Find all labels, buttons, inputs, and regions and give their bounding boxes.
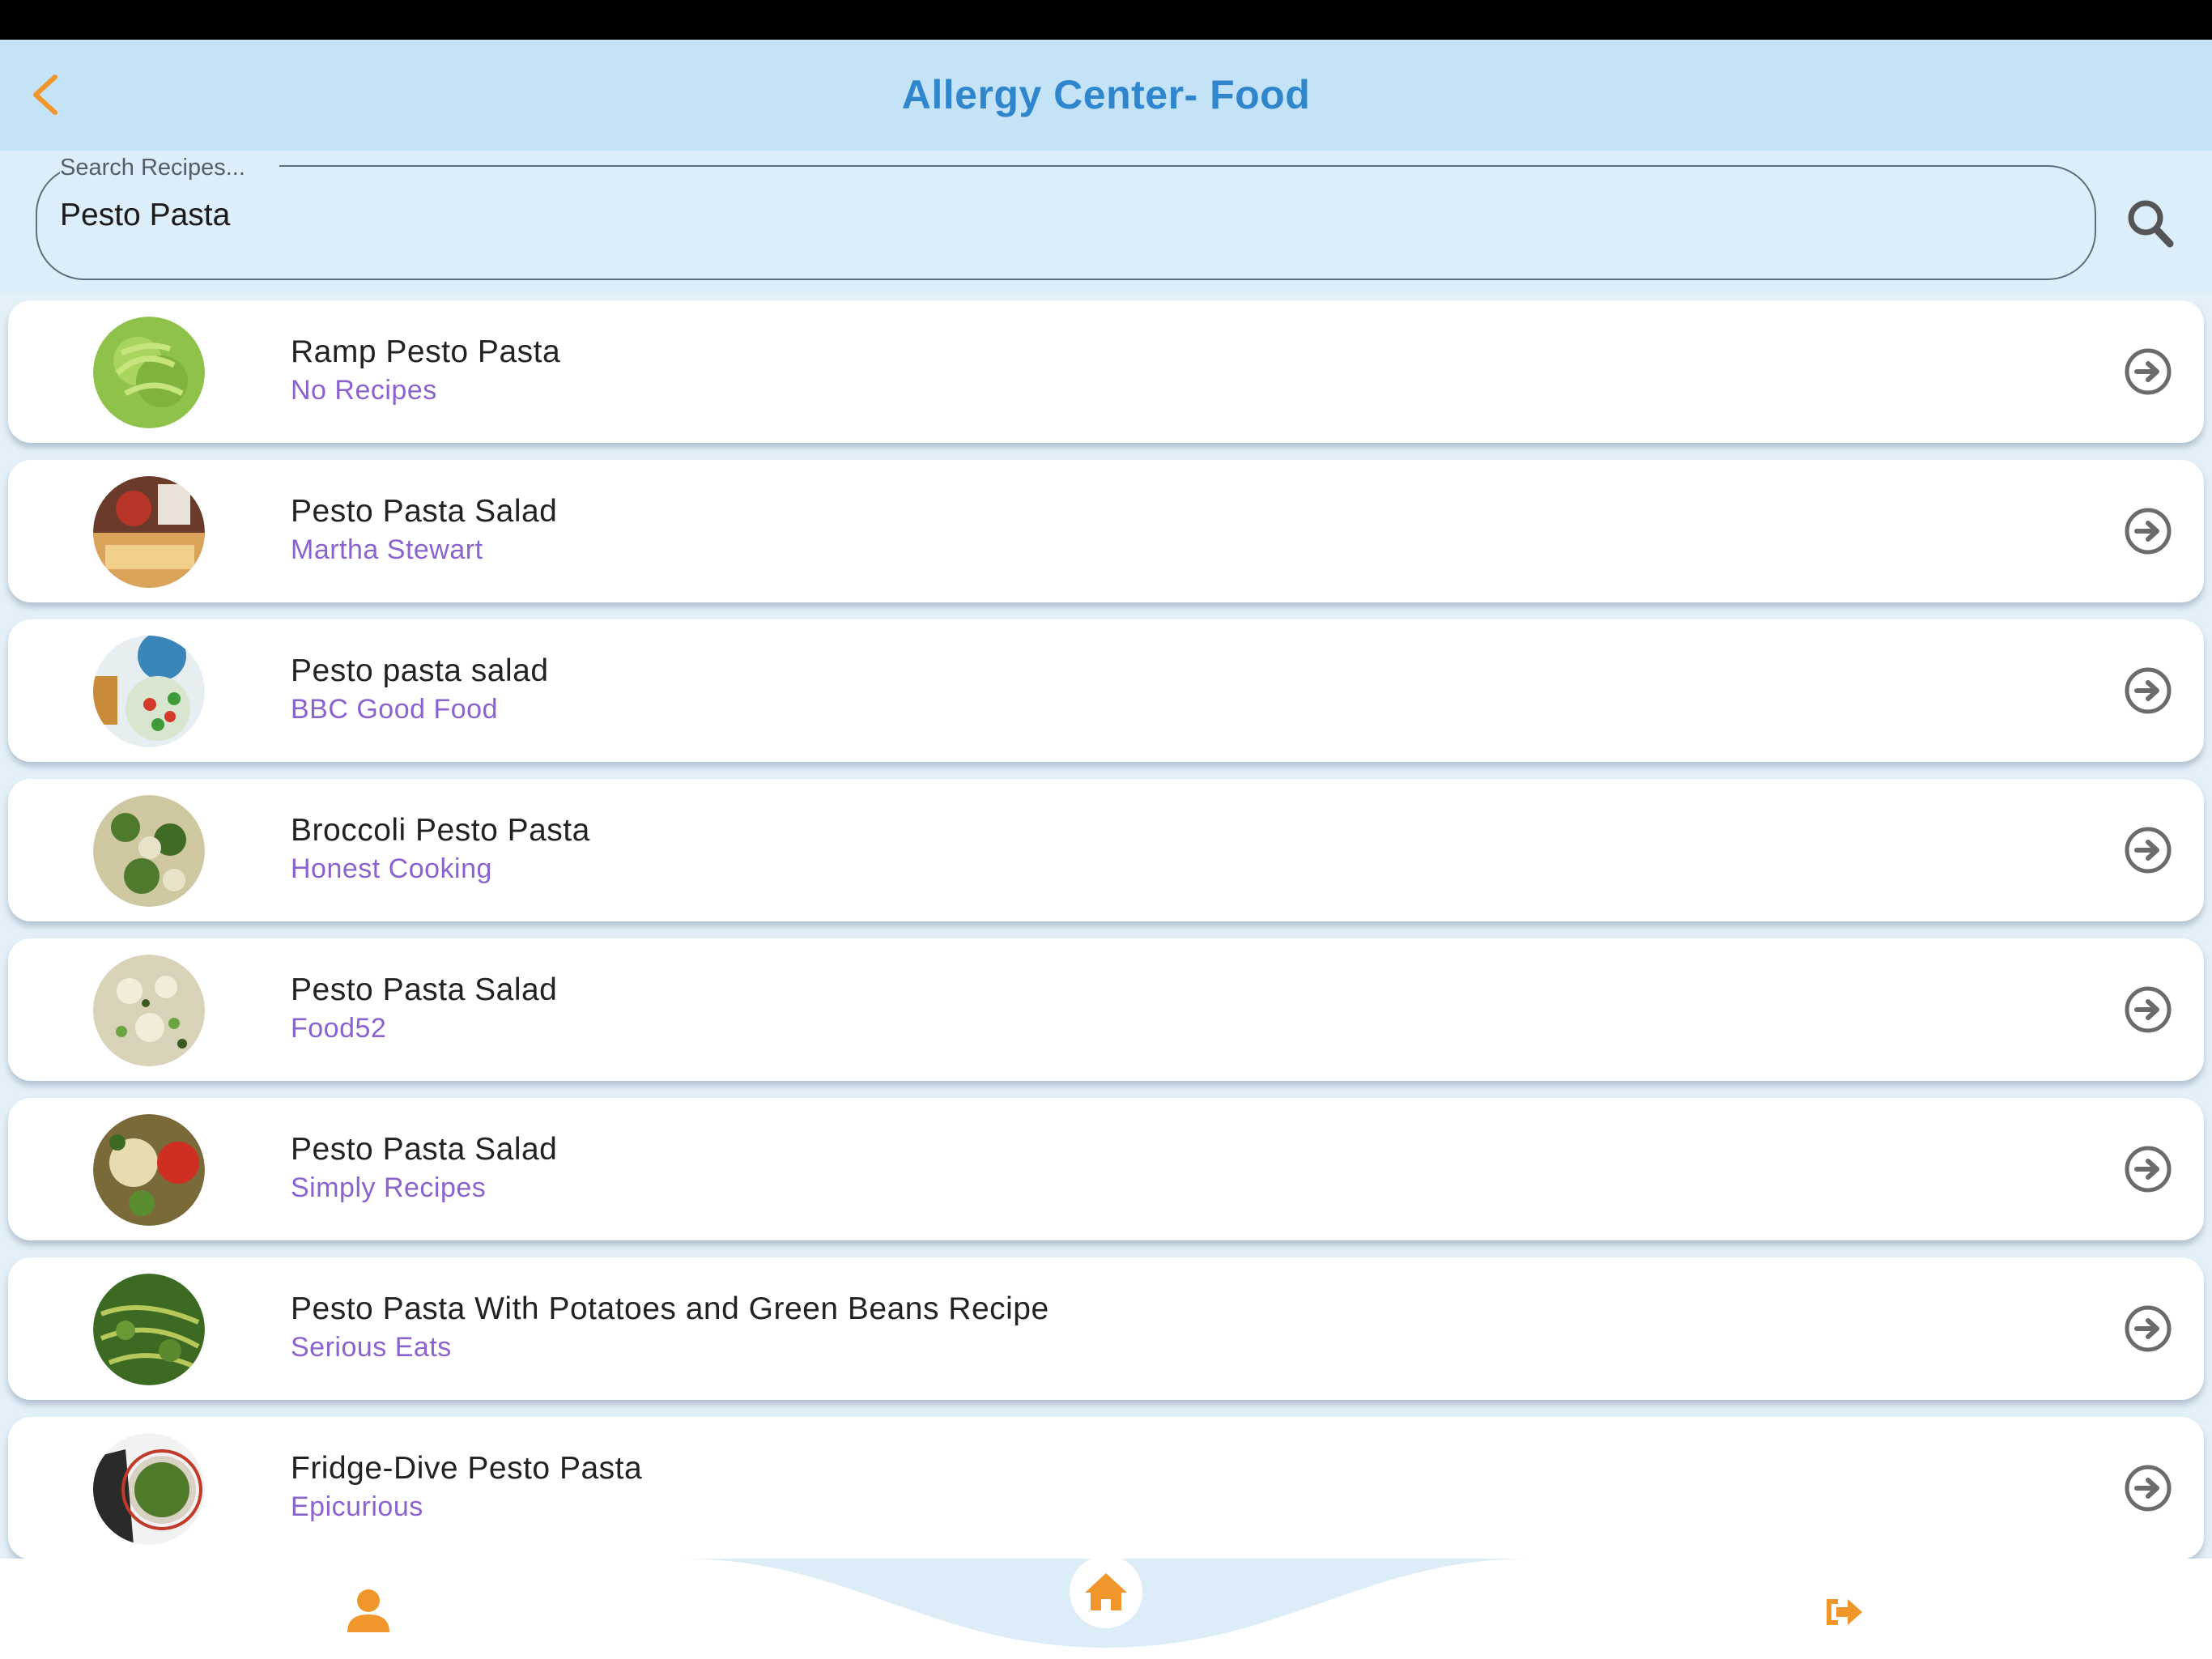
- search-input[interactable]: [60, 198, 2003, 233]
- recipe-thumbnail: [93, 476, 205, 588]
- recipe-thumbnail: [93, 1114, 205, 1226]
- recipe-title: Fridge-Dive Pesto Pasta: [291, 1451, 643, 1486]
- recipe-title: Ramp Pesto Pasta: [291, 334, 561, 369]
- recipe-title: Pesto Pasta Salad: [291, 1132, 558, 1167]
- home-button[interactable]: [1070, 1559, 1142, 1628]
- recipe-source: Honest Cooking: [291, 853, 492, 884]
- recipe-thumbnail: [93, 317, 205, 428]
- arrow-circle-right-icon[interactable]: [2123, 1144, 2173, 1194]
- sign-out-icon[interactable]: [1822, 1591, 1864, 1633]
- arrow-circle-right-icon[interactable]: [2123, 1304, 2173, 1354]
- recipe-source: Food52: [291, 1013, 387, 1044]
- home-icon: [1085, 1573, 1127, 1610]
- page-title: Allergy Center- Food: [901, 72, 1311, 117]
- recipe-source: No Recipes: [291, 375, 437, 406]
- recipe-card[interactable]: Pesto pasta salad BBC Good Food: [8, 619, 2204, 762]
- search-icon[interactable]: [2126, 198, 2175, 249]
- arrow-circle-right-icon[interactable]: [2123, 506, 2173, 556]
- status-bar: [0, 0, 2212, 40]
- recipe-thumbnail: [93, 795, 205, 907]
- recipe-title: Pesto Pasta Salad: [291, 494, 558, 529]
- recipe-card[interactable]: Fridge-Dive Pesto Pasta Epicurious: [8, 1417, 2204, 1559]
- user-icon[interactable]: [344, 1587, 393, 1636]
- recipe-title: Broccoli Pesto Pasta: [291, 813, 590, 848]
- recipe-thumbnail: [93, 1274, 205, 1385]
- arrow-circle-right-icon[interactable]: [2123, 825, 2173, 875]
- recipe-source: Martha Stewart: [291, 534, 483, 565]
- arrow-circle-right-icon[interactable]: [2123, 985, 2173, 1035]
- recipe-thumbnail: [93, 955, 205, 1066]
- recipe-card[interactable]: Pesto Pasta Salad Martha Stewart: [8, 460, 2204, 602]
- search-area: Search Recipes...: [0, 151, 2212, 293]
- recipe-card[interactable]: Pesto Pasta Salad Food52: [8, 938, 2204, 1081]
- recipe-title: Pesto Pasta Salad: [291, 972, 558, 1007]
- search-label: Search Recipes...: [60, 151, 279, 185]
- recipe-source: Simply Recipes: [291, 1172, 487, 1203]
- recipe-thumbnail: [93, 636, 205, 747]
- recipe-source: BBC Good Food: [291, 694, 498, 725]
- recipe-list: Ramp Pesto Pasta No Recipes Pesto Pasta …: [0, 293, 2212, 1559]
- recipe-title: Pesto Pasta With Potatoes and Green Bean…: [291, 1291, 1049, 1326]
- recipe-source: Serious Eats: [291, 1332, 452, 1363]
- arrow-circle-right-icon[interactable]: [2123, 1463, 2173, 1513]
- chevron-left-icon[interactable]: [23, 70, 71, 119]
- bottom-nav: [0, 1559, 2212, 1659]
- recipe-card[interactable]: Ramp Pesto Pasta No Recipes: [8, 300, 2204, 443]
- recipe-thumbnail: [93, 1433, 205, 1545]
- app-header: Allergy Center- Food: [0, 40, 2212, 151]
- recipe-source: Epicurious: [291, 1491, 423, 1522]
- arrow-circle-right-icon[interactable]: [2123, 347, 2173, 397]
- recipe-card[interactable]: Pesto Pasta With Potatoes and Green Bean…: [8, 1257, 2204, 1400]
- recipe-card[interactable]: Broccoli Pesto Pasta Honest Cooking: [8, 779, 2204, 921]
- arrow-circle-right-icon[interactable]: [2123, 666, 2173, 716]
- recipe-title: Pesto pasta salad: [291, 653, 549, 688]
- recipe-card[interactable]: Pesto Pasta Salad Simply Recipes: [8, 1098, 2204, 1240]
